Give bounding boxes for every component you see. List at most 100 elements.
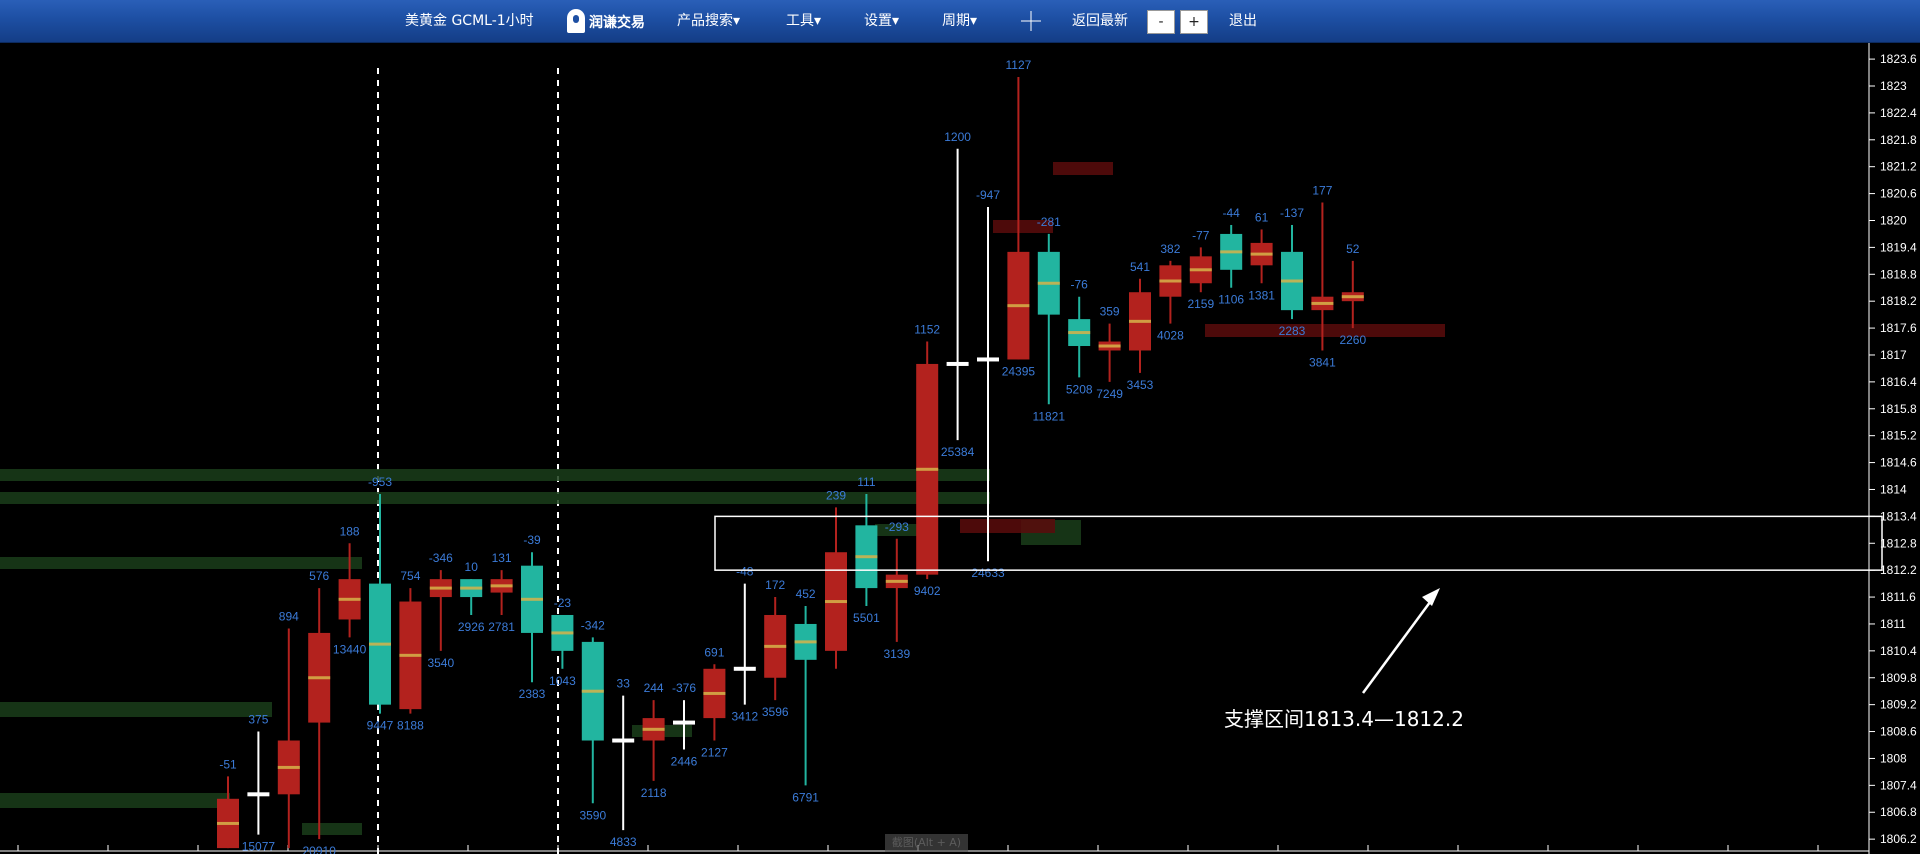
volume-marker	[490, 584, 513, 588]
candlestick-chart[interactable]: 1823.6 1823 1822.4 1821.8 1821.2 1820.6 1820 18…	[0, 43, 1920, 854]
candle-top-label: 239	[826, 488, 846, 502]
price-tick-label: 1821.8	[1880, 133, 1917, 147]
price-tick-label: 1823.6	[1880, 52, 1917, 66]
price-tick-label: 1808.6	[1880, 725, 1917, 739]
volume-marker	[825, 600, 847, 604]
zoom-out-button[interactable]: -	[1147, 10, 1175, 34]
volume-marker	[460, 586, 483, 590]
price-tick-label: 1806.2	[1880, 832, 1917, 846]
logo: 润谦交易	[567, 8, 645, 34]
price-tick-label: 1816.4	[1880, 375, 1917, 389]
price-tick-label: 1809.8	[1880, 671, 1917, 685]
menu-product-search[interactable]: 产品搜索▾	[677, 0, 740, 42]
candle-body	[673, 720, 695, 725]
candle-top-label: 33	[617, 677, 631, 691]
back-latest-button[interactable]: 返回最新	[1072, 0, 1128, 42]
annotation-arrow	[1361, 593, 1438, 694]
candle-top-label: -48	[736, 565, 754, 579]
price-zone	[0, 469, 990, 481]
candle-top-label: 244	[644, 681, 664, 695]
price-zone	[960, 519, 1055, 533]
price-tick-label: 1814	[1880, 482, 1907, 496]
price-tick-label: 1820.6	[1880, 187, 1917, 201]
logo-text: 润谦交易	[589, 14, 645, 31]
price-tick-label: 1812.2	[1880, 563, 1917, 577]
menu-period[interactable]: 周期▾	[942, 0, 977, 42]
candle-top-label: 691	[704, 645, 724, 659]
candle-top-label: 131	[492, 551, 512, 565]
candle-top-label: 1127	[1005, 58, 1031, 72]
candle-bottom-label: 6791	[792, 790, 819, 804]
price-tick-label: 1815.2	[1880, 429, 1917, 443]
crosshair-icon[interactable]	[1020, 0, 1042, 42]
volume-marker	[1098, 344, 1121, 348]
candle-top-label: -76	[1071, 278, 1089, 292]
volume-marker	[521, 597, 543, 601]
candle-bottom-label: 13440	[333, 642, 367, 656]
candle-bottom-label: 4028	[1157, 329, 1184, 343]
candle-bottom-label: 2260	[1339, 333, 1366, 347]
candle-bottom-label: 2159	[1187, 297, 1214, 311]
menu-settings[interactable]: 设置▾	[864, 0, 899, 42]
candle-body	[733, 666, 756, 671]
price-tick-label: 1812.8	[1880, 536, 1917, 550]
price-zone	[0, 557, 362, 569]
price-tick-label: 1809.2	[1880, 698, 1917, 712]
price-tick-label: 1811.6	[1880, 590, 1916, 604]
candle-top-label: -77	[1192, 228, 1210, 242]
volume-marker	[1007, 304, 1030, 308]
volume-marker	[1220, 250, 1243, 254]
volume-marker	[308, 676, 331, 680]
candle-bottom-label: 3540	[427, 656, 454, 670]
zoom-in-button[interactable]: +	[1180, 10, 1208, 34]
volume-marker	[855, 555, 878, 559]
candle-top-label: -44	[1223, 206, 1241, 220]
candle-bottom-label: 9447	[367, 719, 394, 733]
volume-marker	[1037, 281, 1060, 285]
candle-top-label: 1200	[944, 130, 971, 144]
candle-bottom-label: 20910	[303, 844, 337, 854]
volume-marker	[369, 642, 391, 646]
candle-top-label: 61	[1255, 210, 1269, 224]
candle-bottom-label: 1381	[1248, 288, 1275, 302]
candle-top-label: -947	[976, 188, 1000, 202]
price-tick-label: 1808	[1880, 751, 1907, 765]
candle-bottom-label: 5208	[1066, 382, 1093, 396]
menu-tools[interactable]: 工具▾	[786, 0, 821, 42]
volume-marker	[1341, 295, 1364, 299]
price-zone	[1053, 162, 1113, 175]
candle-top-label: -39	[523, 533, 541, 547]
candle-bottom-label: 4833	[610, 835, 637, 849]
price-zone	[0, 793, 230, 808]
price-tick-label: 1813.4	[1880, 509, 1917, 523]
candle-top-label: -137	[1280, 206, 1304, 220]
volume-marker	[1311, 301, 1334, 305]
volume-marker	[277, 765, 300, 769]
candle-bottom-label: 2283	[1279, 324, 1306, 338]
volume-marker	[764, 644, 787, 648]
price-tick-label: 1819.4	[1880, 240, 1917, 254]
candle-bottom-label: 3453	[1127, 378, 1154, 392]
candle-body	[946, 361, 969, 366]
candle-top-label: 172	[765, 578, 785, 592]
volume-marker	[399, 653, 422, 657]
price-tick-label: 1818.2	[1880, 294, 1917, 308]
volume-marker	[1129, 319, 1151, 323]
volume-marker	[703, 691, 726, 695]
volume-marker	[1068, 331, 1091, 335]
volume-marker	[429, 586, 452, 590]
candle-bottom-label: 3590	[579, 808, 606, 822]
price-zone	[0, 702, 272, 717]
candle-top-label: 894	[279, 609, 299, 623]
exit-button[interactable]: 退出	[1229, 0, 1257, 42]
annotation-arrowhead	[1422, 588, 1440, 606]
candle-top-label: 1152	[914, 323, 940, 337]
candle-bottom-label: 2446	[671, 754, 698, 768]
candle-body	[977, 357, 999, 362]
candle-bottom-label: 25384	[941, 445, 975, 459]
candle-bottom-label: 5501	[853, 611, 880, 625]
candle-top-label: -293	[885, 520, 909, 534]
price-tick-label: 1817	[1880, 348, 1907, 362]
candle-bottom-label: 24395	[1002, 364, 1036, 378]
volume-marker	[1250, 252, 1273, 256]
